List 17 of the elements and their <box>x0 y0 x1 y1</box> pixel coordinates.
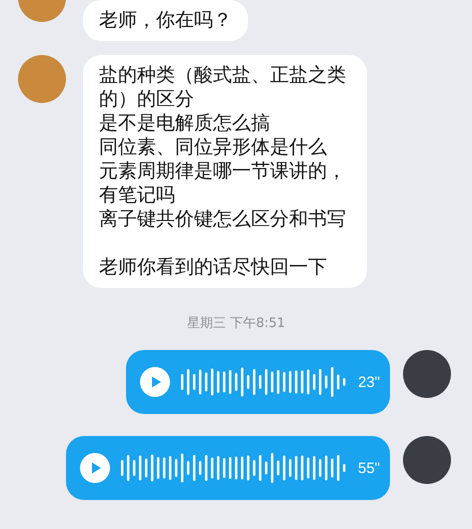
avatar-photo-placeholder <box>403 436 451 484</box>
message-text: 老师你看到的话尽快回一下 <box>99 255 328 279</box>
message-text: 盐的种类（酸式盐、正盐之类的）的区分 <box>99 63 347 111</box>
voice-message[interactable]: 23" <box>126 350 390 414</box>
play-icon[interactable] <box>80 453 110 483</box>
message-text: 是不是电解质怎么搞 <box>99 111 271 135</box>
voice-duration: 23" <box>358 374 380 390</box>
message-text: 元素周期律是哪一节课讲的，有笔记吗 <box>99 159 347 207</box>
avatar-photo-placeholder <box>403 350 451 398</box>
play-icon[interactable] <box>140 367 170 397</box>
voice-duration: 55" <box>358 460 380 476</box>
avatar-photo-placeholder <box>18 55 66 103</box>
message-text: 离子键共价键怎么区分和书写 <box>99 207 347 231</box>
message-text: 老师，你在吗？ <box>99 8 232 32</box>
message-text: 同位素、同位异形体是什么 <box>99 135 328 159</box>
timestamp: 星期三 下午8:51 <box>186 315 286 332</box>
voice-message[interactable]: 55" <box>66 436 390 500</box>
